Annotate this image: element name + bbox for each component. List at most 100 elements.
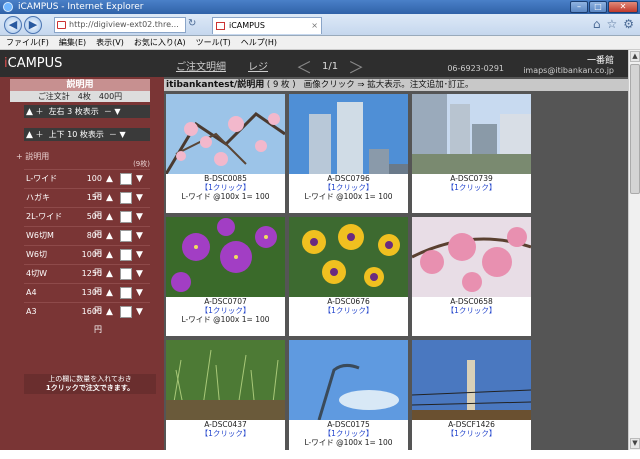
- size-name: 4切W: [26, 269, 47, 278]
- tools-gear-icon[interactable]: ⚙: [623, 17, 634, 31]
- photo-id: A-DSC0658: [450, 297, 493, 306]
- print-size-row: 4切W 1250円 ▲ ▼: [24, 264, 150, 296]
- back-icon[interactable]: ◀: [4, 16, 22, 34]
- explain-link[interactable]: + 説明用: [16, 151, 49, 162]
- photo-id: A-DSC0676: [327, 297, 370, 306]
- qty-down-icon[interactable]: ▼: [136, 189, 143, 207]
- qty-down-icon[interactable]: ▼: [136, 284, 143, 302]
- scroll-up-icon[interactable]: ▲: [630, 51, 640, 62]
- size-name: W6切M: [26, 231, 54, 240]
- one-click-order-link[interactable]: 【1クリック】: [412, 183, 531, 192]
- one-click-order-link[interactable]: 【1クリック】: [166, 306, 285, 315]
- print-size-row: W6切 1000円 ▲ ▼: [24, 245, 150, 277]
- favorites-star-icon[interactable]: ☆: [606, 17, 617, 31]
- next-page-icon[interactable]: ＞: [348, 54, 364, 78]
- print-size-row: L-ワイド 100円 ▲ ▼: [24, 169, 150, 201]
- photo-thumbnail[interactable]: [166, 340, 285, 420]
- qty-up-icon[interactable]: ▲: [106, 227, 113, 245]
- menu-tools[interactable]: ツール(T): [196, 36, 231, 49]
- one-click-order-link[interactable]: 【1クリック】: [166, 183, 285, 192]
- order-details-link[interactable]: ご注文明細: [176, 58, 226, 73]
- qty-down-icon[interactable]: ▼: [136, 170, 143, 188]
- photo-grid: B-DSC0085 【1クリック】 L-ワイド @100x 1= 100 A-DSC0…: [166, 94, 531, 459]
- qty-up-icon[interactable]: ▲: [106, 303, 113, 321]
- minimize-button[interactable]: –: [570, 1, 588, 13]
- one-click-order-link[interactable]: 【1クリック】: [289, 429, 408, 438]
- photo-caption: A-DSC0175 【1クリック】 L-ワイド @100x 1= 100: [289, 420, 408, 447]
- sidebar: 説明用 ご注文計 4枚 400円 ▲ ＋ 左右 3 枚表示 － ▼ ▲ ＋ 上下…: [0, 77, 164, 450]
- page-indicator: 1/1: [322, 60, 339, 72]
- photo-caption: A-DSC0658 【1クリック】: [412, 297, 531, 315]
- register-link[interactable]: レジ: [248, 58, 268, 73]
- qty-up-icon[interactable]: ▲: [106, 208, 113, 226]
- photo-id: A-DSC0437: [204, 420, 247, 429]
- quantity-input[interactable]: [120, 230, 132, 242]
- photo-thumbnail[interactable]: [166, 94, 285, 174]
- photo-thumbnail[interactable]: [412, 94, 531, 174]
- home-icon[interactable]: ⌂: [593, 17, 601, 31]
- quantity-input[interactable]: [120, 173, 132, 185]
- ud-increase-icon[interactable]: ▲: [26, 130, 33, 140]
- scroll-thumb[interactable]: [630, 64, 640, 194]
- quantity-input[interactable]: [120, 249, 132, 261]
- photo-cell: B-DSC0085 【1クリック】 L-ワイド @100x 1= 100: [166, 94, 285, 213]
- photo-id: B-DSC0085: [204, 174, 247, 183]
- vertical-scrollbar[interactable]: ▲ ▼: [628, 50, 640, 450]
- ud-decrease-icon[interactable]: － ▼: [109, 130, 126, 139]
- quantity-input[interactable]: [120, 287, 132, 299]
- close-button[interactable]: ✕: [608, 1, 638, 13]
- url-text: http://digiview-ext02.thre...: [69, 20, 179, 29]
- menu-file[interactable]: ファイル(F): [6, 36, 49, 49]
- photo-thumbnail[interactable]: [412, 217, 531, 297]
- one-click-order-link[interactable]: 【1クリック】: [289, 183, 408, 192]
- qty-down-icon[interactable]: ▼: [136, 227, 143, 245]
- photo-cell: A-DSC0739 【1クリック】: [412, 94, 531, 213]
- menu-edit[interactable]: 編集(E): [59, 36, 86, 49]
- phone-text: 06-6923-0291: [447, 64, 504, 73]
- lr-decrease-icon[interactable]: － ▼: [104, 107, 121, 116]
- quantity-input[interactable]: [120, 268, 132, 280]
- one-click-order-link[interactable]: 【1クリック】: [289, 306, 408, 315]
- url-input[interactable]: http://digiview-ext02.thre...: [54, 17, 186, 33]
- forward-icon[interactable]: ▶: [24, 16, 42, 34]
- scroll-down-icon[interactable]: ▼: [630, 438, 640, 449]
- quantity-input[interactable]: [120, 211, 132, 223]
- maximize-button[interactable]: □: [589, 1, 607, 13]
- quantity-input[interactable]: [120, 306, 132, 318]
- quick-order-note: 上の欄に数量を入れておき 1クリックで注文できます。: [24, 374, 156, 394]
- photo-thumbnail[interactable]: [289, 94, 408, 174]
- menu-favorites[interactable]: お気に入り(A): [134, 36, 186, 49]
- address-bar: ◀ ▶ http://digiview-ext02.thre... ↻ iCAM…: [0, 14, 640, 36]
- tab-close-icon[interactable]: ×: [311, 18, 318, 34]
- photo-id: A-DSC0796: [327, 174, 370, 183]
- pieces-count: (9枚): [133, 160, 150, 168]
- window-title: iCAMPUS - Internet Explorer: [18, 2, 144, 12]
- browser-tab[interactable]: iCAMPUS ×: [212, 17, 322, 34]
- one-click-order-link[interactable]: 【1クリック】: [412, 429, 531, 438]
- one-click-order-link[interactable]: 【1クリック】: [166, 429, 285, 438]
- photo-thumbnail[interactable]: [412, 340, 531, 420]
- qty-down-icon[interactable]: ▼: [136, 208, 143, 226]
- menu-view[interactable]: 表示(V): [96, 36, 124, 49]
- size-name: ハガキ: [26, 193, 50, 202]
- qty-up-icon[interactable]: ▲: [106, 265, 113, 283]
- qty-down-icon[interactable]: ▼: [136, 265, 143, 283]
- lr-increase-icon[interactable]: ▲: [26, 107, 33, 117]
- qty-up-icon[interactable]: ▲: [106, 284, 113, 302]
- tab-page-icon: [216, 22, 225, 30]
- quantity-input[interactable]: [120, 192, 132, 204]
- prev-page-icon[interactable]: ＜: [296, 54, 312, 78]
- one-click-order-link[interactable]: 【1クリック】: [412, 306, 531, 315]
- photo-thumbnail[interactable]: [166, 217, 285, 297]
- qty-up-icon[interactable]: ▲: [106, 189, 113, 207]
- photo-order-line: L-ワイド @100x 1= 100: [181, 192, 270, 201]
- logo-text: CAMPUS: [7, 56, 63, 71]
- qty-down-icon[interactable]: ▼: [136, 246, 143, 264]
- menu-help[interactable]: ヘルプ(H): [241, 36, 277, 49]
- qty-up-icon[interactable]: ▲: [106, 246, 113, 264]
- photo-thumbnail[interactable]: [289, 217, 408, 297]
- qty-up-icon[interactable]: ▲: [106, 170, 113, 188]
- photo-thumbnail[interactable]: [289, 340, 408, 420]
- refresh-icon[interactable]: ↻: [188, 18, 196, 29]
- qty-down-icon[interactable]: ▼: [136, 303, 143, 321]
